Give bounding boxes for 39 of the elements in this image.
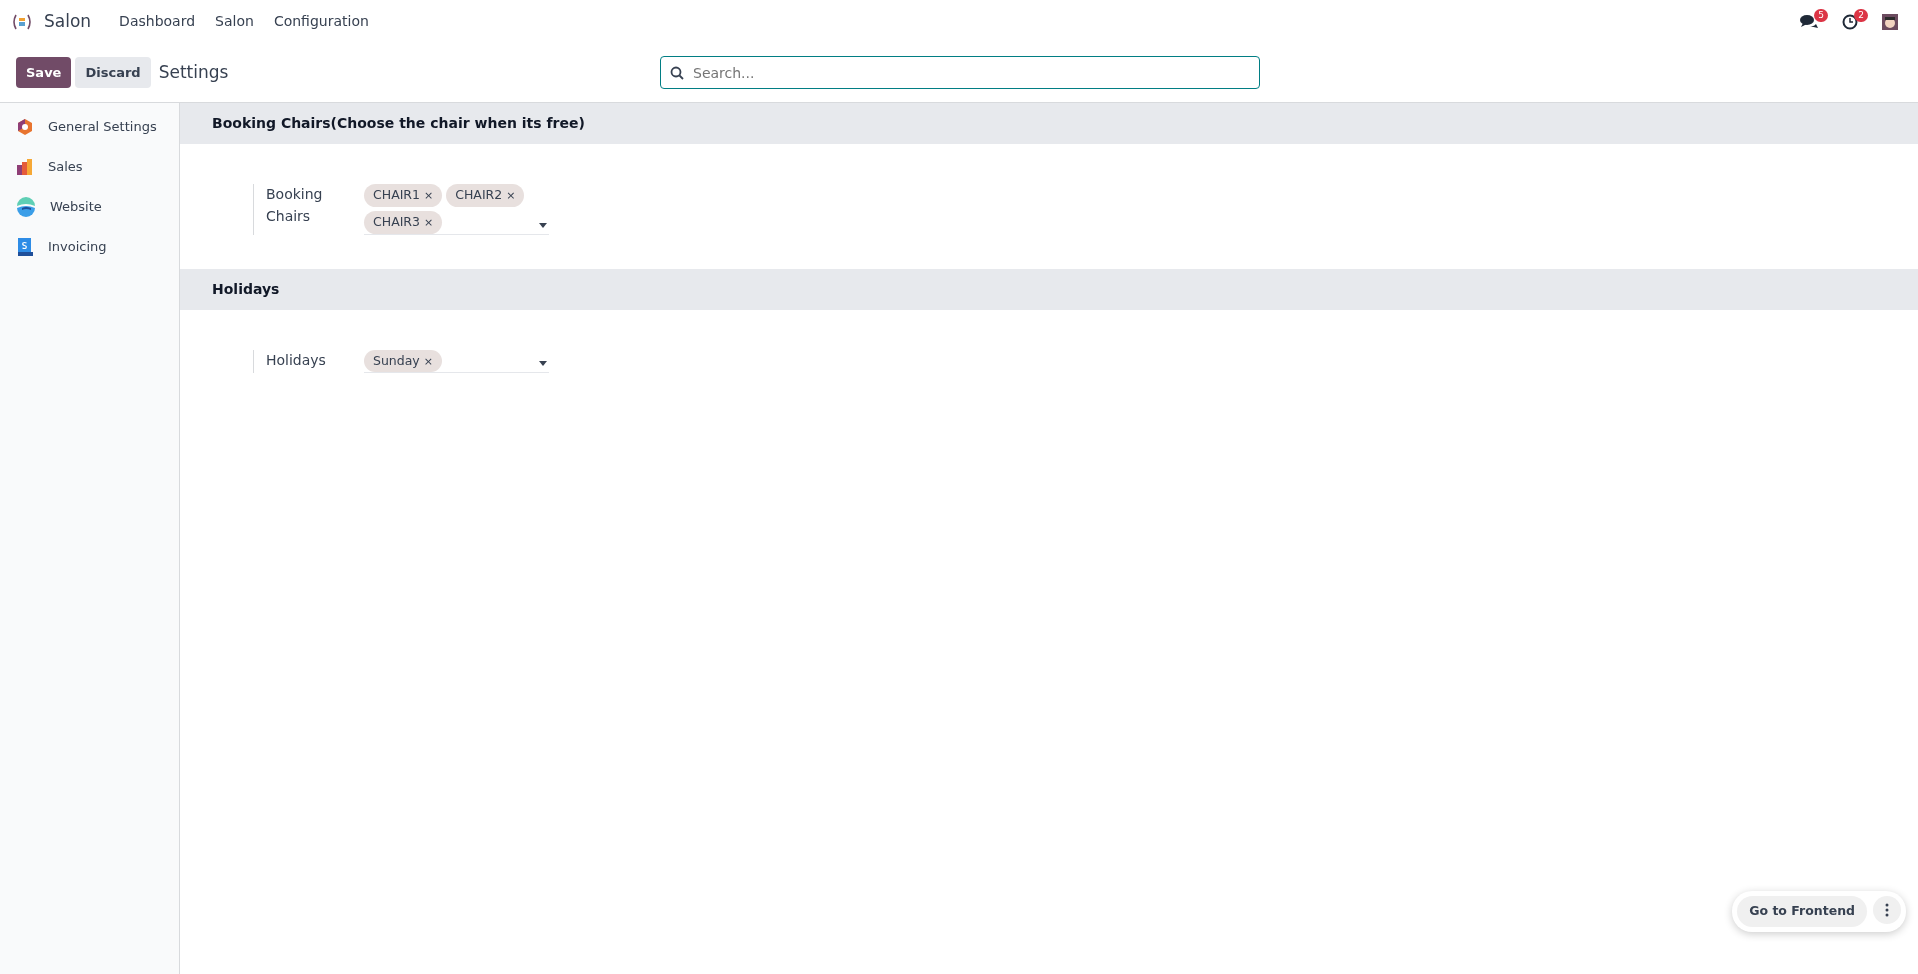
tags-field[interactable]: CHAIR1 × CHAIR2 × CHAIR3 ×	[364, 184, 549, 235]
sidebar-item[interactable]: Website	[0, 187, 179, 227]
section-header: Holidays	[180, 268, 1918, 310]
section-header: Booking Chairs(Choose the chair when its free)	[180, 103, 1918, 144]
menu-item[interactable]: Salon	[205, 11, 264, 32]
app-logo-icon[interactable]	[12, 13, 32, 30]
bar-chart-icon	[16, 158, 34, 176]
notification-count: 2	[1854, 8, 1868, 22]
messages-icon[interactable]	[1800, 13, 1818, 30]
discard-button[interactable]: Discard	[75, 56, 151, 89]
invoice-icon	[16, 237, 34, 257]
remove-tag-button[interactable]: ×	[424, 189, 434, 202]
sidebar-item[interactable]: General Settings	[0, 107, 179, 147]
clock-icon[interactable]	[1842, 13, 1858, 30]
remove-tag-button[interactable]: ×	[423, 354, 433, 368]
menu-item[interactable]: Configuration	[263, 11, 379, 32]
notification-count: 5	[1814, 8, 1828, 22]
sidebar-item[interactable]: Invoicing	[0, 227, 179, 267]
search-field[interactable]: Search...	[660, 56, 1260, 89]
sidebar-item[interactable]: Sales	[0, 147, 179, 187]
menu-item[interactable]: Dashboard	[109, 11, 206, 32]
field-label: Booking Chairs	[266, 185, 324, 226]
tag[interactable]: CHAIR1 ×	[364, 184, 443, 207]
field-label: Holidays	[266, 350, 327, 370]
breadcrumb: Settings	[158, 60, 229, 84]
dropdown-caret-icon[interactable]	[539, 361, 547, 367]
tags-field[interactable]: Sunday ×	[364, 349, 549, 374]
tag[interactable]: Sunday ×	[364, 349, 442, 373]
save-button[interactable]: Save	[16, 56, 72, 89]
globe-icon	[16, 197, 36, 217]
hexagon-icon	[16, 118, 34, 136]
app-name[interactable]: Salon	[44, 8, 92, 35]
avatar-icon[interactable]	[1882, 13, 1898, 30]
tag[interactable]: CHAIR3 ×	[364, 210, 443, 234]
remove-tag-button[interactable]: ×	[424, 215, 434, 229]
dropdown-caret-icon[interactable]	[539, 222, 547, 228]
go-to-frontend-button[interactable]: Go to Frontend	[1737, 896, 1867, 927]
remove-tag-button[interactable]: ×	[506, 189, 516, 202]
tag[interactable]: CHAIR2 ×	[446, 184, 525, 207]
